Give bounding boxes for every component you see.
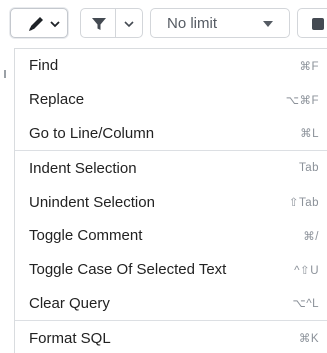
query-editor-area: No limit Find ⌘F Replace ⌥⌘F Go to Line/… <box>0 0 327 353</box>
row-limit-value: No limit <box>167 15 218 32</box>
editor-gutter-mark <box>4 70 6 78</box>
menu-item-shortcut: ⌘K <box>298 333 319 346</box>
query-toolbar: No limit <box>0 0 327 44</box>
menu-item-label: Replace <box>29 91 85 109</box>
menu-item-find[interactable]: Find ⌘F <box>15 49 327 83</box>
funnel-icon <box>92 18 106 30</box>
menu-item-unindent[interactable]: Unindent Selection ⇧Tab <box>15 185 327 219</box>
chevron-down-icon <box>50 21 60 28</box>
menu-item-shortcut: ⌘/ <box>303 230 319 243</box>
menu-item-label: Toggle Comment <box>29 227 143 245</box>
menu-item-shortcut: ⌘F <box>299 60 319 73</box>
menu-group-editing: Indent Selection Tab Unindent Selection … <box>15 151 327 322</box>
pencil-icon <box>29 17 43 31</box>
menu-item-shortcut: Tab <box>298 162 319 175</box>
filter-options-button[interactable] <box>115 8 143 38</box>
stop-query-button[interactable] <box>297 8 327 38</box>
menu-item-label: Indent Selection <box>29 159 137 177</box>
edit-dropdown-menu: Find ⌘F Replace ⌥⌘F Go to Line/Column ⌘L… <box>14 48 327 353</box>
menu-item-shortcut: ⇧Tab <box>288 197 319 210</box>
stop-icon <box>312 18 324 30</box>
menu-item-indent[interactable]: Indent Selection Tab <box>15 151 327 185</box>
edit-menu-button[interactable] <box>10 8 68 38</box>
menu-group-search: Find ⌘F Replace ⌥⌘F Go to Line/Column ⌘L <box>15 49 327 152</box>
menu-item-shortcut: ⌥⌘F <box>285 94 319 107</box>
menu-item-toggle-comment[interactable]: Toggle Comment ⌘/ <box>15 219 327 253</box>
menu-item-toggle-case[interactable]: Toggle Case Of Selected Text ^⇧U <box>15 253 327 287</box>
menu-item-clear-query[interactable]: Clear Query ⌥^L <box>15 287 327 321</box>
chevron-down-icon <box>124 21 134 28</box>
menu-item-go-to-line[interactable]: Go to Line/Column ⌘L <box>15 117 327 151</box>
menu-item-shortcut: ^⇧U <box>294 264 319 277</box>
menu-item-format-sql[interactable]: Format SQL ⌘K <box>15 321 327 353</box>
menu-item-replace[interactable]: Replace ⌥⌘F <box>15 83 327 117</box>
menu-item-label: Unindent Selection <box>29 193 155 211</box>
row-limit-select[interactable]: No limit <box>150 8 290 38</box>
menu-item-label: Format SQL <box>29 329 111 347</box>
menu-group-format: Format SQL ⌘K <box>15 321 327 353</box>
menu-item-label: Toggle Case Of Selected Text <box>29 261 227 279</box>
menu-item-label: Find <box>29 57 59 75</box>
menu-item-label: Clear Query <box>29 294 110 312</box>
menu-item-shortcut: ⌘L <box>300 128 319 141</box>
menu-item-shortcut: ⌥^L <box>292 298 319 311</box>
caret-down-icon <box>263 21 273 27</box>
filter-button[interactable] <box>80 8 116 38</box>
menu-item-label: Go to Line/Column <box>29 124 155 142</box>
